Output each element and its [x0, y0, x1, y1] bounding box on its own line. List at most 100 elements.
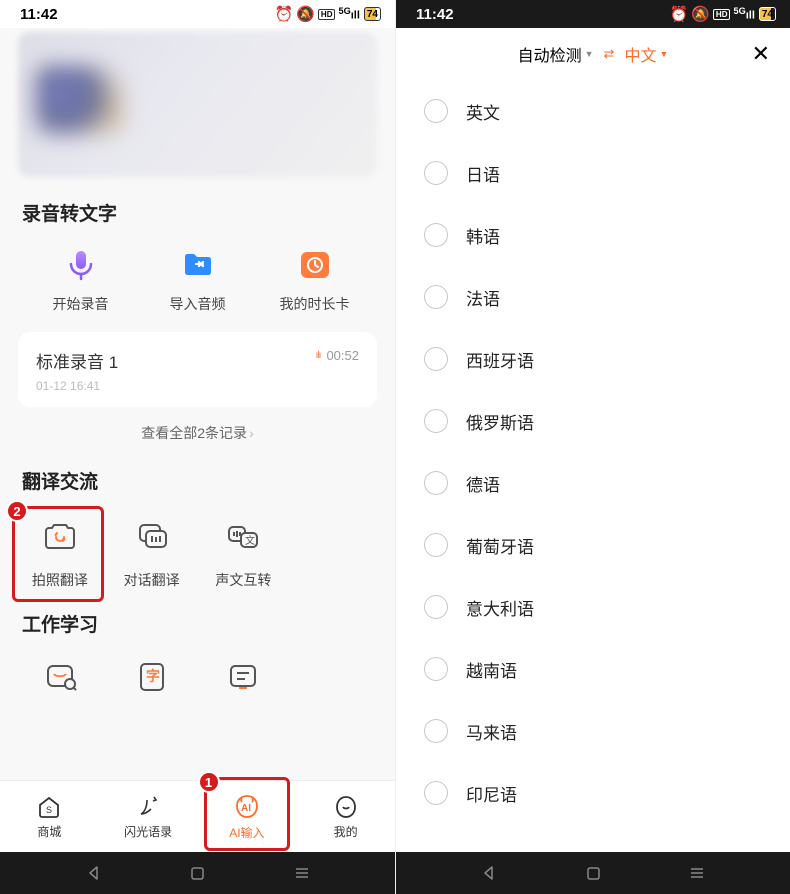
- view-all-link[interactable]: 查看全部2条记录›: [0, 419, 395, 461]
- section-title-work: 工作学习: [0, 604, 395, 651]
- android-back-icon[interactable]: [480, 864, 498, 882]
- photo-translate-tile[interactable]: 2 拍照翻译: [14, 514, 106, 590]
- waveform-icon: ılı: [316, 350, 321, 361]
- language-header: 自动检测▼ ⇄ 中文▼ ✕: [396, 28, 790, 80]
- step-badge-1: 1: [198, 771, 220, 793]
- swap-icon[interactable]: ⇄: [604, 46, 615, 62]
- language-label: 日语: [466, 161, 500, 186]
- nav-store[interactable]: S 商城: [0, 781, 99, 852]
- language-list[interactable]: 英文 日语 韩语 法语 西班牙语 俄罗斯语 德语 葡萄牙语 意大利语 越南语 马…: [396, 80, 790, 852]
- target-language-picker[interactable]: 中文▼: [624, 42, 668, 66]
- signal-icon: 5Gıll: [733, 6, 754, 22]
- status-time: 11:42: [20, 6, 58, 23]
- radio-icon[interactable]: [424, 471, 448, 495]
- language-label: 俄罗斯语: [466, 409, 534, 434]
- language-row[interactable]: 印尼语: [396, 762, 790, 824]
- work-tile-2[interactable]: 字: [106, 657, 198, 697]
- radio-icon[interactable]: [424, 161, 448, 185]
- radio-icon[interactable]: [424, 285, 448, 309]
- section-title-recording: 录音转文字: [0, 193, 395, 240]
- language-row[interactable]: 德语: [396, 452, 790, 514]
- tile-label: 拍照翻译: [32, 570, 88, 590]
- language-row[interactable]: 韩语: [396, 204, 790, 266]
- language-label: 印尼语: [466, 781, 517, 806]
- hd-icon: HD: [713, 9, 731, 20]
- language-row[interactable]: 西班牙语: [396, 328, 790, 390]
- close-icon[interactable]: ✕: [752, 41, 770, 67]
- radio-icon[interactable]: [424, 533, 448, 557]
- alarm-icon: ⏰: [670, 5, 689, 23]
- nav-ai-input[interactable]: 1 AI AI输入: [198, 781, 297, 852]
- android-recent-icon[interactable]: [688, 864, 706, 882]
- banner-ad[interactable]: [18, 32, 377, 177]
- android-back-icon[interactable]: [85, 864, 103, 882]
- source-language-picker[interactable]: 自动检测▼: [518, 42, 594, 66]
- nav-quotes[interactable]: 闪光语录: [99, 781, 198, 852]
- nav-label: 闪光语录: [124, 823, 172, 840]
- language-row[interactable]: 马来语: [396, 700, 790, 762]
- recording-card[interactable]: ılı 00:52 标准录音 1 01-12 16:41: [18, 332, 377, 407]
- tile-label: 导入音频: [170, 294, 226, 314]
- android-home-icon[interactable]: [584, 864, 602, 882]
- language-label: 马来语: [466, 719, 517, 744]
- language-label: 德语: [466, 471, 500, 496]
- microphone-icon: [62, 246, 100, 284]
- dialog-translate-tile[interactable]: 对话翻译: [106, 514, 198, 590]
- svg-text:S: S: [46, 805, 52, 815]
- tile-label: 声文互转: [215, 570, 271, 590]
- camera-translate-icon: [37, 514, 83, 560]
- nav-label: AI输入: [229, 824, 264, 841]
- radio-icon[interactable]: [424, 595, 448, 619]
- alarm-icon: ⏰: [275, 5, 294, 23]
- android-home-icon[interactable]: [189, 864, 207, 882]
- radio-icon[interactable]: [424, 719, 448, 743]
- status-icons: ⏰ 🔕 HD 5Gıll: [670, 5, 755, 23]
- clock-icon: [296, 246, 334, 284]
- language-label: 意大利语: [466, 595, 534, 620]
- voice-text-icon: 文: [220, 514, 266, 560]
- radio-icon[interactable]: [424, 657, 448, 681]
- language-label: 西班牙语: [466, 347, 534, 372]
- radio-icon[interactable]: [424, 347, 448, 371]
- import-audio-tile[interactable]: 导入音频: [139, 246, 256, 314]
- language-row[interactable]: 法语: [396, 266, 790, 328]
- battery-icon: 74: [364, 7, 381, 21]
- step-badge-2: 2: [6, 500, 28, 522]
- battery-icon: 74: [759, 7, 776, 21]
- android-nav-bar: [396, 852, 790, 894]
- section-title-translate: 翻译交流: [0, 461, 395, 508]
- language-row[interactable]: 俄罗斯语: [396, 390, 790, 452]
- language-row[interactable]: 意大利语: [396, 576, 790, 638]
- work-tile-3[interactable]: [198, 657, 290, 697]
- status-bar: 11:42 ⏰ 🔕 HD 5Gıll 74: [0, 0, 395, 28]
- recording-timestamp: 01-12 16:41: [36, 379, 359, 393]
- signal-icon: 5Gıll: [338, 6, 359, 22]
- chat-bubble-icon: [129, 514, 175, 560]
- status-bar: 11:42 ⏰ 🔕 HD 5Gıll 74: [396, 0, 790, 28]
- duration-card-tile[interactable]: 我的时长卡: [256, 246, 373, 314]
- android-recent-icon[interactable]: [293, 864, 311, 882]
- android-nav-bar: [0, 852, 395, 894]
- work-tile-1[interactable]: [14, 657, 106, 697]
- radio-icon[interactable]: [424, 409, 448, 433]
- radio-icon[interactable]: [424, 781, 448, 805]
- nav-label: 我的: [334, 823, 358, 840]
- recording-title: 标准录音 1: [36, 348, 359, 373]
- status-icons: ⏰ 🔕 HD 5Gıll: [275, 5, 360, 23]
- nav-mine[interactable]: 我的: [296, 781, 395, 852]
- language-row[interactable]: 越南语: [396, 638, 790, 700]
- language-label: 英文: [466, 99, 500, 124]
- mute-icon: 🔕: [296, 5, 315, 23]
- radio-icon[interactable]: [424, 99, 448, 123]
- chevron-right-icon: ›: [249, 425, 254, 441]
- status-time: 11:42: [416, 6, 454, 23]
- svg-text:AI: AI: [241, 803, 251, 814]
- language-row[interactable]: 英文: [396, 80, 790, 142]
- language-row[interactable]: 葡萄牙语: [396, 514, 790, 576]
- triangle-down-icon: ▼: [585, 49, 594, 59]
- radio-icon[interactable]: [424, 223, 448, 247]
- language-label: 葡萄牙语: [466, 533, 534, 558]
- start-recording-tile[interactable]: 开始录音: [22, 246, 139, 314]
- language-row[interactable]: 日语: [396, 142, 790, 204]
- voice-text-tile[interactable]: 文 声文互转: [198, 514, 290, 590]
